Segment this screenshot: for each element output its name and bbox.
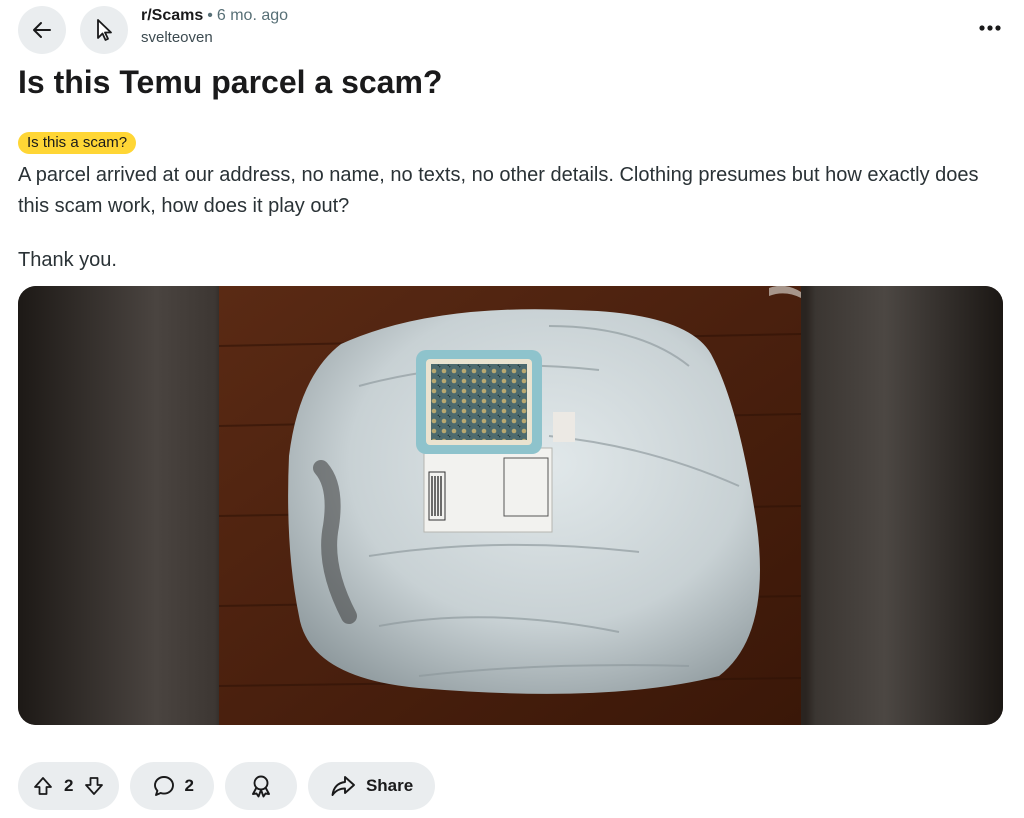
cursor-pointer-icon xyxy=(92,17,116,43)
comments-button[interactable]: 2 xyxy=(130,762,214,810)
award-icon xyxy=(248,773,274,799)
subreddit-link[interactable]: r/Scams xyxy=(141,7,203,24)
post-body: A parcel arrived at our address, no name… xyxy=(18,160,1008,276)
arrow-left-icon xyxy=(29,17,55,43)
downvote-button[interactable] xyxy=(83,775,105,797)
arrow-down-icon xyxy=(83,775,105,797)
upvote-button[interactable] xyxy=(32,775,54,797)
post-flair[interactable]: Is this a scam? xyxy=(18,132,137,154)
share-label: Share xyxy=(365,776,414,795)
ellipsis-icon xyxy=(978,24,1002,32)
meta-separator: • xyxy=(207,7,213,24)
speech-bubble-icon xyxy=(152,774,176,798)
author-link[interactable]: svelteoven xyxy=(141,28,288,48)
body-paragraph: Thank you. xyxy=(18,249,117,271)
vote-pill: 2 xyxy=(18,762,120,810)
award-button[interactable] xyxy=(224,762,297,810)
body-paragraph: A parcel arrived at our address, no name… xyxy=(18,164,979,217)
post-meta: r/Scams • 6 mo. ago svelteoven xyxy=(141,6,288,48)
share-button[interactable]: Share xyxy=(307,762,436,810)
more-options-button[interactable] xyxy=(974,14,1006,42)
arrow-up-icon xyxy=(32,775,54,797)
subreddit-avatar[interactable] xyxy=(80,6,128,54)
action-bar: 2 2 Share xyxy=(18,762,436,810)
parcel-photo xyxy=(219,286,801,725)
share-arrow-icon xyxy=(330,774,356,798)
post-title: Is this Temu parcel a scam? xyxy=(18,64,443,100)
comment-count: 2 xyxy=(184,776,194,795)
post-image[interactable] xyxy=(18,286,1003,725)
vote-count: 2 xyxy=(64,776,74,795)
post-age: 6 mo. ago xyxy=(216,7,289,24)
back-button[interactable] xyxy=(18,6,66,54)
